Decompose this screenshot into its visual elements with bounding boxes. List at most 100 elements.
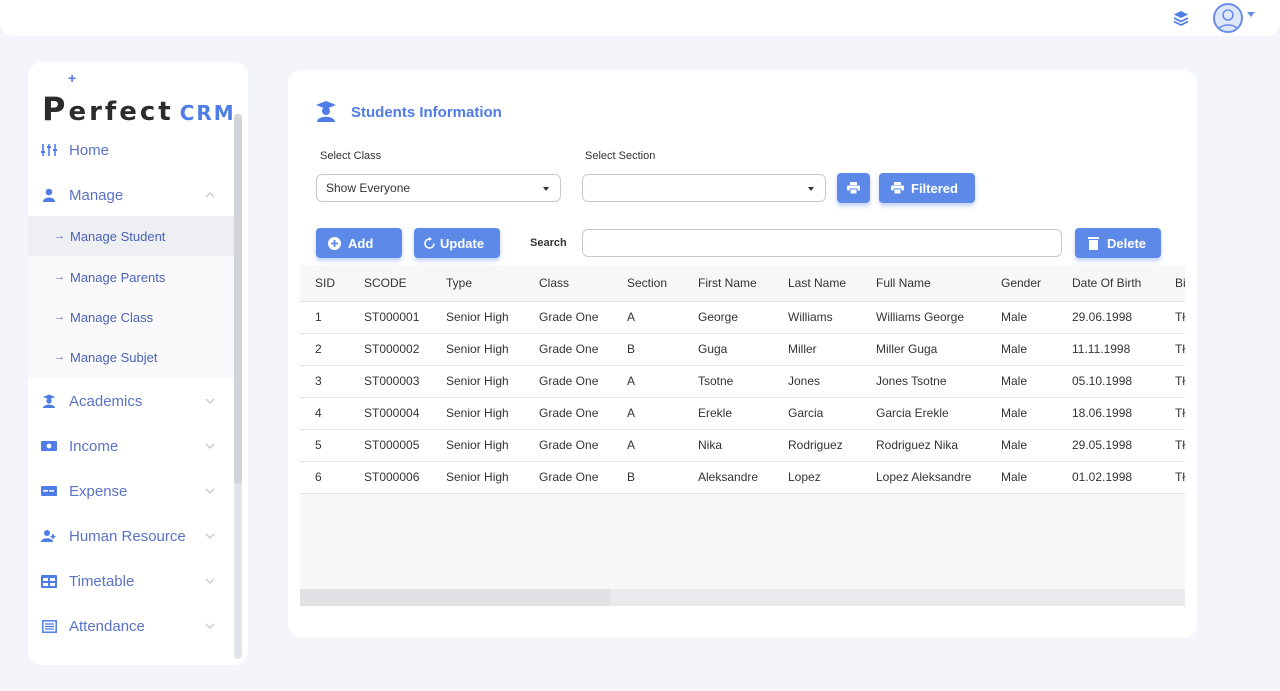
chevron-down-icon[interactable]	[204, 395, 216, 407]
table-cell: 5	[300, 428, 349, 461]
table-row[interactable]: 5 ST000005 Senior High Grade One A Nika Rodrig…	[300, 428, 1185, 461]
table-cell	[1160, 492, 1185, 525]
table-cell: Rodriguez	[773, 428, 861, 461]
table-cell: Erekle	[683, 396, 773, 429]
table-row[interactable]: 1 ST000001 Senior High Grade One A George Will…	[300, 300, 1185, 333]
sidebar-item-income[interactable]: Income	[28, 426, 234, 466]
user-avatar-icon[interactable]	[1213, 3, 1243, 33]
logo: + Perfect CRM	[42, 70, 242, 128]
column-header[interactable]: Class	[524, 265, 612, 301]
sliders-icon	[41, 143, 57, 157]
search-input[interactable]	[582, 229, 1062, 257]
table-cell: Grade One	[524, 460, 612, 493]
table-cell: Male	[986, 364, 1057, 397]
table-cell: Male	[986, 332, 1057, 365]
column-header[interactable]: SCODE	[349, 265, 431, 301]
sidebar-subitem-manage-student[interactable]: → Manage Student	[28, 216, 234, 256]
column-header[interactable]: Full Name	[861, 265, 986, 301]
column-header[interactable]: Gender	[986, 265, 1057, 301]
table-cell: Tsotne	[683, 364, 773, 397]
chevron-down-icon[interactable]	[204, 485, 216, 497]
table-cell: Male	[986, 396, 1057, 429]
table-cell: Senior High	[431, 364, 524, 397]
column-header[interactable]: Section	[612, 265, 683, 301]
table-cell	[986, 492, 1057, 525]
sidebar-subitem-manage-subjet[interactable]: → Manage Subjet	[28, 337, 234, 377]
add-button[interactable]: Add	[316, 228, 402, 258]
chevron-down-icon[interactable]	[1247, 12, 1255, 17]
update-button[interactable]: Update	[414, 228, 500, 258]
table-cell: 6	[300, 460, 349, 493]
table-row[interactable]: 3 ST000003 Senior High Grade One A Tsotne Jone…	[300, 364, 1185, 397]
sidebar-item-attendance[interactable]: Attendance	[28, 606, 234, 646]
table-cell: Garcia Erekle	[861, 396, 986, 429]
sidebar-item-expense[interactable]: Expense	[28, 471, 234, 511]
table-cell: Senior High	[431, 332, 524, 365]
table-cell: Senior High	[431, 460, 524, 493]
user-icon	[41, 188, 57, 202]
sidebar-item-label: Expense	[69, 482, 128, 500]
student-icon	[41, 394, 57, 408]
page-title: Students Information	[351, 104, 502, 121]
column-header[interactable]: Bi	[1160, 265, 1185, 301]
print-button[interactable]	[837, 173, 870, 203]
table-cell: Nika	[683, 428, 773, 461]
table-cell: A	[612, 300, 683, 333]
table-row[interactable]: 4 ST000004 Senior High Grade One A Erekle Garc…	[300, 396, 1185, 429]
table-cell: Senior High	[431, 300, 524, 333]
table-cell: Grade One	[524, 364, 612, 397]
sidebar-subitem-manage-parents[interactable]: → Manage Parents	[28, 257, 234, 297]
sidebar-scrollbar-thumb[interactable]	[234, 114, 242, 484]
students-panel: Students Information Select Class Show E…	[288, 70, 1197, 638]
table-cell: Senior High	[431, 428, 524, 461]
table-cell: Tł	[1160, 332, 1185, 365]
table-cell: Grade One	[524, 300, 612, 333]
column-header[interactable]: Type	[431, 265, 524, 301]
table-cell: Tł	[1160, 428, 1185, 461]
column-header[interactable]: First Name	[683, 265, 773, 301]
filtered-label: Filtered	[911, 180, 958, 196]
logo-plus: +	[68, 70, 77, 86]
table-cell: Williams George	[861, 300, 986, 333]
table-cell: Senior High	[431, 396, 524, 429]
sidebar-item-timetable[interactable]: Timetable	[28, 561, 234, 601]
sidebar-item-academics[interactable]: Academics	[28, 381, 234, 421]
sidebar-item-label: Timetable	[69, 572, 135, 590]
table-row[interactable]: 2 ST000002 Senior High Grade One B Guga Miller…	[300, 332, 1185, 365]
column-header[interactable]: Date Of Birth	[1057, 265, 1160, 301]
sidebar-subitem-manage-class[interactable]: → Manage Class	[28, 297, 234, 337]
chevron-down-icon[interactable]	[204, 530, 216, 542]
filtered-button[interactable]: Filtered	[879, 173, 975, 203]
layers-icon[interactable]	[1172, 9, 1190, 27]
user-add-icon	[41, 529, 57, 543]
table-cell	[300, 492, 349, 525]
table-cell	[524, 492, 612, 525]
table-cell: Aleksandre	[683, 460, 773, 493]
table-cell	[349, 492, 431, 525]
arrow-right-icon: →	[54, 230, 65, 242]
trash-icon	[1086, 236, 1100, 250]
table-cell: 29.05.1998	[1057, 428, 1160, 461]
chevron-down-icon[interactable]	[204, 440, 216, 452]
chevron-down-icon[interactable]	[204, 575, 216, 587]
sidebar-item-home[interactable]: Home	[28, 130, 234, 170]
table-scrollbar-thumb[interactable]	[300, 589, 610, 606]
add-label: Add	[348, 235, 374, 251]
chevron-up-icon[interactable]	[204, 189, 216, 201]
search-label: Search	[530, 237, 567, 249]
arrow-right-icon: →	[54, 351, 65, 363]
column-header[interactable]: SID	[300, 265, 349, 301]
table-cell: 2	[300, 332, 349, 365]
select-section-dropdown[interactable]	[582, 174, 826, 202]
select-class-dropdown[interactable]: Show Everyone	[316, 174, 561, 202]
table-header-row: SID SCODE Type Class Section First Name …	[300, 265, 1185, 301]
sidebar-item-human-resource[interactable]: Human Resource	[28, 516, 234, 556]
sidebar-item-manage[interactable]: Manage	[28, 175, 234, 215]
table-row[interactable]: 6 ST000006 Senior High Grade One B Aleksandre…	[300, 460, 1185, 493]
column-header[interactable]: Last Name	[773, 265, 861, 301]
sidebar-subitem-label: Manage Class	[70, 309, 154, 325]
chevron-down-icon[interactable]	[204, 620, 216, 632]
delete-button[interactable]: Delete	[1075, 228, 1161, 258]
table-cell	[612, 492, 683, 525]
table-cell	[683, 492, 773, 525]
